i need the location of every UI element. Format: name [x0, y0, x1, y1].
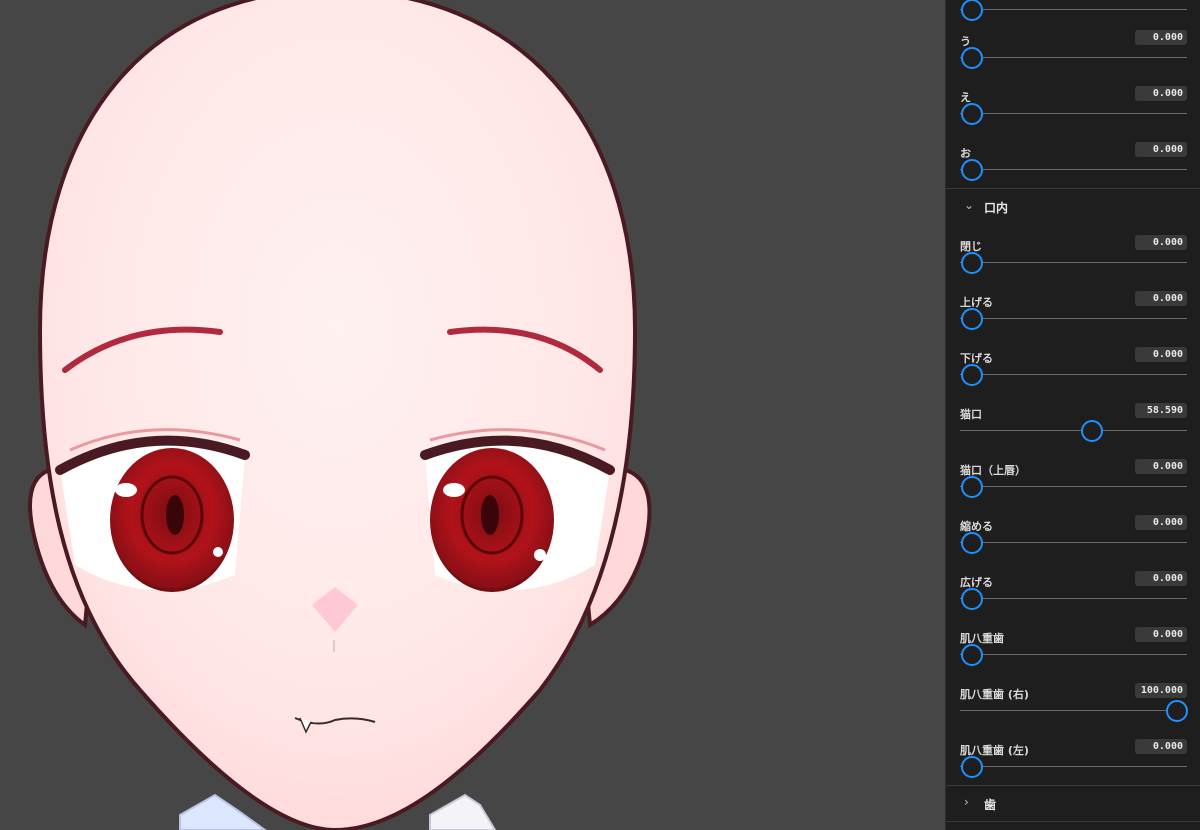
slider-value-input[interactable]: 0.000 [1135, 142, 1187, 157]
slider-thumb[interactable] [961, 756, 983, 778]
slider-label: 肌八重歯 [960, 632, 1004, 645]
slider-thumb[interactable] [961, 644, 983, 666]
slider-track[interactable] [960, 9, 1187, 10]
slider-label: 縮める [960, 520, 993, 533]
slider-track[interactable] [960, 598, 1187, 599]
slider-label: 肌八重歯 (右) [960, 688, 1029, 701]
slider-row: 猫口 58.590 [946, 403, 1200, 463]
slider-thumb[interactable] [961, 47, 983, 69]
slider-track[interactable] [960, 542, 1187, 543]
slider-row: 肌八重歯 (右) 100.000 [946, 683, 1200, 743]
slider-thumb[interactable] [1081, 420, 1104, 442]
slider-thumb[interactable] [961, 0, 983, 21]
slider-value-input[interactable]: 0.000 [1135, 291, 1187, 306]
slider-row: 閉じ 0.000 [946, 235, 1200, 295]
slider-track[interactable] [960, 710, 1187, 711]
slider-row: 下げる 0.000 [946, 347, 1200, 407]
section-header-mouth[interactable]: ⌄ 口内 [946, 188, 1200, 225]
slider-thumb[interactable] [961, 252, 983, 274]
slider-label: 上げる [960, 296, 993, 309]
slider-row: 上げる 0.000 [946, 291, 1200, 351]
slider-track[interactable] [960, 766, 1187, 767]
blendshape-panel[interactable]: う 0.000 え 0.000 お 0.000 ⌄ 口内 閉じ 0.000 上げ… [945, 0, 1200, 830]
slider-label: 猫口 [960, 408, 982, 421]
slider-value-input[interactable]: 0.000 [1135, 571, 1187, 586]
section-title: 歯 [984, 798, 997, 812]
section-title: 口内 [984, 201, 1009, 215]
3d-viewport[interactable] [0, 0, 945, 830]
slider-label: 広げる [960, 576, 993, 589]
slider-track[interactable] [960, 318, 1187, 319]
slider-row: 肌八重歯 0.000 [946, 627, 1200, 687]
slider-thumb[interactable] [961, 476, 983, 498]
slider-track[interactable] [960, 262, 1187, 263]
section-header-teeth[interactable]: › 歯 [946, 785, 1200, 822]
slider-track[interactable] [960, 57, 1187, 58]
slider-track[interactable] [960, 654, 1187, 655]
slider-row: え 0.000 [946, 86, 1200, 146]
slider-thumb[interactable] [961, 103, 983, 125]
slider-value-input[interactable]: 0.000 [1135, 235, 1187, 250]
slider-value-input[interactable]: 100.000 [1135, 683, 1187, 698]
slider-label: 下げる [960, 352, 993, 365]
right-eye [420, 428, 615, 592]
slider-row: 猫口（上唇） 0.000 [946, 459, 1200, 519]
slider-track[interactable] [960, 113, 1187, 114]
slider-value-input[interactable]: 0.000 [1135, 30, 1187, 45]
slider-row: 縮める 0.000 [946, 515, 1200, 575]
divider [946, 821, 1200, 822]
slider-value-input[interactable]: 0.000 [1135, 86, 1187, 101]
slider-track[interactable] [960, 430, 1187, 431]
slider-value-input[interactable]: 0.000 [1135, 347, 1187, 362]
slider-thumb[interactable] [961, 364, 983, 386]
slider-value-input[interactable]: 0.000 [1135, 627, 1187, 642]
slider-thumb[interactable] [961, 588, 983, 610]
slider-track[interactable] [960, 486, 1187, 487]
slider-value-input[interactable]: 0.000 [1135, 459, 1187, 474]
slider-row: う 0.000 [946, 30, 1200, 90]
slider-value-input[interactable]: 0.000 [1135, 739, 1187, 754]
slider-row: 広げる 0.000 [946, 571, 1200, 631]
slider-thumb[interactable] [961, 308, 983, 330]
slider-track[interactable] [960, 169, 1187, 170]
slider-track[interactable] [960, 374, 1187, 375]
slider-value-input[interactable]: 58.590 [1135, 403, 1187, 418]
slider-value-input[interactable]: 0.000 [1135, 515, 1187, 530]
slider-thumb[interactable] [961, 159, 983, 181]
slider-thumb[interactable] [1166, 700, 1188, 722]
avatar-face-render [28, 0, 652, 830]
chevron-down-icon: ⌄ [964, 198, 975, 212]
chevron-right-icon: › [964, 795, 969, 809]
left-eye [55, 428, 250, 592]
slider-thumb[interactable] [961, 532, 983, 554]
